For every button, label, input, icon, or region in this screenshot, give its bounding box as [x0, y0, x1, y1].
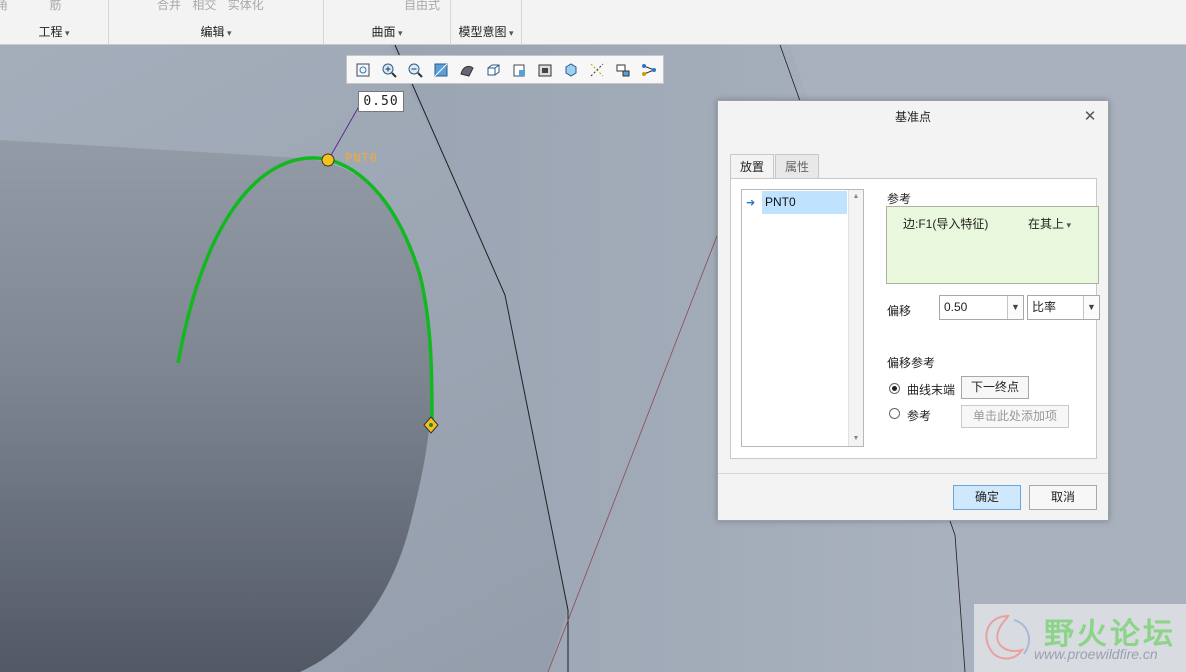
intersect-tool[interactable]: 相交	[192, 0, 216, 12]
cancel-button[interactable]: 取消	[1029, 485, 1097, 510]
forum-watermark: 野火论坛 www.proewildfire.cn	[974, 604, 1186, 672]
ribbon-group-edit: 合并 相交 实体化 编辑	[109, 0, 324, 45]
display-style-icon[interactable]	[455, 59, 478, 81]
chevron-down-icon[interactable]: ▼	[1083, 296, 1099, 319]
rib-tool[interactable]: 筋	[49, 0, 61, 12]
scroll-up-icon[interactable]: ▲	[849, 190, 863, 204]
forum-logo-icon	[985, 614, 1030, 660]
datum-display-icon[interactable]	[585, 59, 608, 81]
saved-orientations-icon[interactable]	[481, 59, 504, 81]
offset-type-select[interactable]: 比率 ▼	[1027, 295, 1100, 320]
zoom-in-icon[interactable]	[377, 59, 400, 81]
chevron-down-icon[interactable]: ▼	[1007, 296, 1023, 319]
spin-center-icon[interactable]	[559, 59, 582, 81]
next-end-button[interactable]: 下一终点	[961, 376, 1029, 399]
ribbon-group-label-model-intent[interactable]: 模型意图	[451, 23, 521, 40]
cylinder-surface	[0, 140, 433, 672]
offset-reference-label: 偏移参考	[887, 356, 936, 370]
ribbon-group-surface: 自由式 曲面	[324, 0, 451, 45]
curve-end-dot	[429, 423, 433, 427]
zoom-out-icon[interactable]	[403, 59, 426, 81]
graphics-toolbar	[346, 55, 664, 84]
dialog-tabs: 放置 属性	[730, 154, 820, 179]
reference-label: 参考	[887, 192, 912, 206]
radio-curve-end-label[interactable]: 曲线末端	[907, 381, 955, 398]
dialog-divider	[718, 473, 1108, 474]
offset-value-text: 0.50	[944, 300, 968, 314]
radio-reference-label[interactable]: 参考	[907, 407, 931, 424]
round-tool[interactable]: 角	[0, 0, 8, 12]
offset-dimension-label[interactable]: 0.50	[358, 91, 404, 112]
datum-point-handle[interactable]	[321, 153, 335, 167]
list-item[interactable]: PNT0	[762, 191, 847, 214]
add-reference-collector[interactable]: 单击此处添加项	[961, 405, 1069, 428]
tab-placement[interactable]: 放置	[730, 154, 775, 178]
dialog-title: 基准点	[894, 110, 931, 124]
freestyle-tool[interactable]: 自由式	[404, 0, 440, 12]
forum-url: www.proewildfire.cn	[1034, 646, 1158, 662]
reference-collector[interactable]: 边:F1(导入特征) 在其上	[886, 206, 1099, 284]
ribbon-group-engineering: 角 筋 工程	[0, 0, 109, 45]
offset-type-text: 比率	[1032, 300, 1057, 314]
ribbon-group-label-edit[interactable]: 编辑	[109, 23, 323, 40]
placement-panel: ➜ PNT0 ▲ ▼ 参考 边:F1(导入特征) 在其上 偏移 0.50 ▼ 比…	[730, 178, 1100, 459]
reference-constraint-dropdown[interactable]: 在其上	[1028, 215, 1071, 232]
reference-item[interactable]: 边:F1(导入特征)	[903, 215, 988, 232]
offset-label: 偏移	[887, 304, 912, 318]
annotation-display-icon[interactable]	[611, 59, 634, 81]
list-scrollbar[interactable]: ▲ ▼	[848, 190, 863, 446]
arrow-right-icon: ➜	[746, 197, 756, 209]
point-list[interactable]: ➜ PNT0 ▲ ▼	[741, 189, 864, 447]
solidify-tool[interactable]: 实体化	[228, 0, 264, 12]
ribbon: 角 筋 工程 合并 相交 实体化 编辑 自由式 曲面 模型意图	[0, 0, 1186, 45]
point-display-icon[interactable]	[637, 59, 660, 81]
close-icon[interactable]: ✕	[1082, 109, 1098, 125]
radio-curve-end[interactable]	[889, 383, 900, 394]
ok-button[interactable]: 确定	[953, 485, 1021, 510]
offset-value-input[interactable]: 0.50 ▼	[939, 295, 1024, 320]
view-manager-icon[interactable]	[507, 59, 530, 81]
merge-tool[interactable]: 合并	[157, 0, 181, 12]
repaint-icon[interactable]	[429, 59, 452, 81]
perspective-view-icon[interactable]	[533, 59, 556, 81]
scroll-down-icon[interactable]: ▼	[849, 432, 863, 446]
tab-properties[interactable]: 属性	[775, 154, 820, 178]
datum-point-label[interactable]: PNT0	[345, 151, 378, 165]
radio-reference[interactable]	[889, 408, 900, 419]
datum-point-dialog: 基准点 ✕ 放置 属性 ➜ PNT0 ▲ ▼ 参考 边:F1(导入特征) 在其上…	[717, 100, 1109, 521]
ribbon-group-model-intent: 模型意图	[451, 0, 522, 45]
ribbon-group-label-engineering[interactable]: 工程	[0, 23, 108, 40]
refit-icon[interactable]	[351, 59, 374, 81]
ribbon-group-label-surface[interactable]: 曲面	[324, 23, 450, 40]
